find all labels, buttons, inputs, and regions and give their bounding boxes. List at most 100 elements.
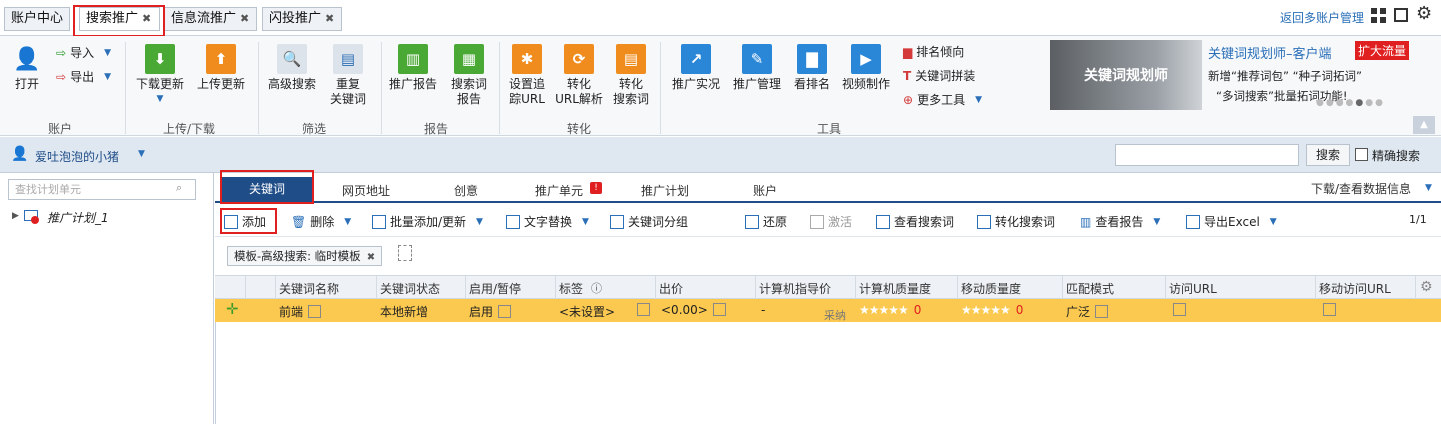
edit-icon[interactable] [1173,303,1186,317]
restore-button[interactable]: 还原 [745,213,787,230]
help-icon[interactable]: ⓘ [591,280,602,296]
promo-manage-button[interactable]: ✎ 推广管理 [731,44,783,92]
edit-icon[interactable] [637,303,650,317]
exact-search-checkbox[interactable] [1355,148,1368,161]
col-keyword-status[interactable]: 关键词状态 [380,280,440,297]
search-input[interactable] [1115,144,1299,166]
col-tag[interactable]: 标签 [559,280,583,297]
multi-account-link[interactable]: 返回多账户管理 [1280,9,1364,26]
chevron-down-icon: ▼ [104,71,111,82]
convert-search-terms-button[interactable]: 转化搜索词 [977,213,1055,230]
edit-icon[interactable] [1095,305,1109,318]
edit-icon[interactable] [498,305,512,318]
view-rank-button[interactable]: ▇ 看排名 [792,44,832,92]
tab-url[interactable]: 网页地址 [342,182,390,199]
search-term-report-button[interactable]: ▦ 搜索词 报告 [447,44,491,107]
batch-add-button[interactable]: 批量添加/更新 ▼ [372,213,483,230]
download-update-button[interactable]: ⬇ 下载更新 ▼ [134,44,186,107]
clear-filter-icon[interactable] [398,245,412,261]
search-icon[interactable]: ⌕ [176,181,182,195]
tab-flash-promo[interactable]: 闪投推广 ✖ [262,7,342,31]
search-button[interactable]: 搜索 [1306,144,1350,166]
edit-icon[interactable] [308,305,322,318]
cell-tag[interactable]: <未设置> [559,303,615,320]
grid-header: 关键词名称 关键词状态 启用/暂停 标签 ⓘ 出价 计算机指导价 计算机质量度 … [215,275,1441,299]
import-button[interactable]: ⇨ 导入 ▼ [56,44,111,61]
text-replace-button[interactable]: 文字替换 ▼ [506,213,589,230]
rank-trend-button[interactable]: ▆ 排名倾向 [903,43,964,60]
tab-account[interactable]: 账户 [753,182,777,199]
promo-live-button[interactable]: ↗ 推广实况 [670,44,722,92]
more-tools-button[interactable]: ⊕ 更多工具 ▼ [903,91,982,108]
search-icon: 🔍 [277,44,307,74]
adopt-link[interactable]: 采纳 [824,307,846,323]
edit-icon[interactable] [712,303,726,316]
cell-match-type[interactable]: 广泛 [1066,303,1109,320]
col-bid[interactable]: 出价 [659,280,683,297]
close-icon[interactable]: ✖ [240,12,249,25]
carousel-dots[interactable]: ●●●●●●● [1316,98,1385,108]
document-icon: ▤ [616,44,646,74]
set-tracking-url-button[interactable]: ✱ 设置追 踪URL [506,44,548,107]
promo-report-button[interactable]: ▥ 推广报告 [388,44,438,92]
cell-bid[interactable]: <0.00> [661,303,726,317]
add-row-icon[interactable]: ✛ [226,300,239,318]
gear-icon[interactable]: ⚙ [1416,3,1432,24]
tab-account-center[interactable]: 账户中心 [4,7,70,31]
activate-button[interactable]: 激活 [810,213,852,230]
ad-banner[interactable]: 关键词规划师 关键词规划师–客户端 扩大流量 新增“推荐词包” “种子词拓词” … [1050,40,1410,110]
col-keyword-name[interactable]: 关键词名称 [279,280,339,297]
view-report-button[interactable]: ▥ 查看报告 ▼ [1080,213,1160,230]
chevron-down-icon[interactable]: ▼ [138,149,145,159]
col-pc-quality[interactable]: 计算机质量度 [859,280,931,297]
bar-chart-icon: ▆ [903,44,913,59]
cell-keyword-name[interactable]: 前端 [279,303,322,320]
keyword-assemble-button[interactable]: T 关键词拼装 [903,67,975,84]
tree-plan-item[interactable]: 推广计划_1 [47,209,109,226]
gear-icon[interactable]: ⚙ [1420,279,1433,295]
edit-icon[interactable] [1394,8,1408,22]
delete-button[interactable]: 🗑 删除 ▼ [291,213,351,230]
template-chip[interactable]: 模板-高级搜索: 临时模板 ✖ [227,246,383,266]
edit-icon[interactable] [1323,303,1336,317]
video-make-button[interactable]: ▶ 视频制作 [840,44,892,92]
table-row[interactable]: ✛ 前端 本地新增 启用 <未设置> <0.00> - 采纳 ★★★★★ 0 ★★… [215,299,1441,322]
chevron-down-icon[interactable]: ▼ [1425,183,1432,193]
col-url[interactable]: 访问URL [1169,280,1217,297]
restore-icon [745,214,759,229]
close-icon[interactable]: ✖ [325,12,334,25]
alert-icon [31,216,39,224]
url-parse-button[interactable]: ⟳ 转化 URL解析 [555,44,603,107]
tab-campaign[interactable]: 推广计划 [641,182,689,199]
col-mobile-url[interactable]: 移动访问URL [1319,280,1391,297]
cell-enable[interactable]: 启用 [469,303,512,320]
download-data-link[interactable]: 下载/查看数据信息 [1311,180,1411,197]
upload-update-button[interactable]: ⬆ 上传更新 [195,44,247,92]
collapse-ribbon-icon[interactable]: ▲ [1413,116,1435,134]
group-label-account: 账户 [48,122,73,136]
export-excel-button[interactable]: 导出Excel ▼ [1186,213,1277,230]
ad-image: 关键词规划师 [1050,40,1202,110]
advanced-search-button[interactable]: 🔍 高级搜索 [266,44,318,92]
export-button[interactable]: ⇨ 导出 ▼ [56,68,111,85]
export-icon: ⇨ [56,69,67,84]
grid-icon[interactable] [1371,8,1386,23]
col-pc-guide-price[interactable]: 计算机指导价 [759,280,831,297]
close-icon[interactable]: ✖ [367,252,375,263]
duplicate-keywords-button[interactable]: ▤ 重复 关键词 [326,44,370,107]
convert-icon [977,214,991,229]
col-match-type[interactable]: 匹配模式 [1066,280,1114,297]
plan-search-input[interactable]: 查找计划单元 [8,179,196,200]
col-enable-pause[interactable]: 启用/暂停 [469,280,521,297]
tab-ad-group[interactable]: 推广单元 [535,182,583,199]
grid-body [215,322,1441,424]
convert-search-term-button[interactable]: ▤ 转化 搜索词 [610,44,652,107]
tab-feed-promo[interactable]: 信息流推广 ✖ [164,7,257,31]
tab-creative[interactable]: 创意 [454,182,478,199]
open-button[interactable]: 👤 打开 [12,44,42,92]
keyword-group-button[interactable]: 关键词分组 [610,213,688,230]
col-mobile-quality[interactable]: 移动质量度 [961,280,1021,297]
view-search-terms-button[interactable]: 查看搜索词 [876,213,954,230]
expand-icon[interactable]: ▶ [12,211,19,221]
account-name[interactable]: 爱吐泡泡的小猪 [35,148,119,165]
